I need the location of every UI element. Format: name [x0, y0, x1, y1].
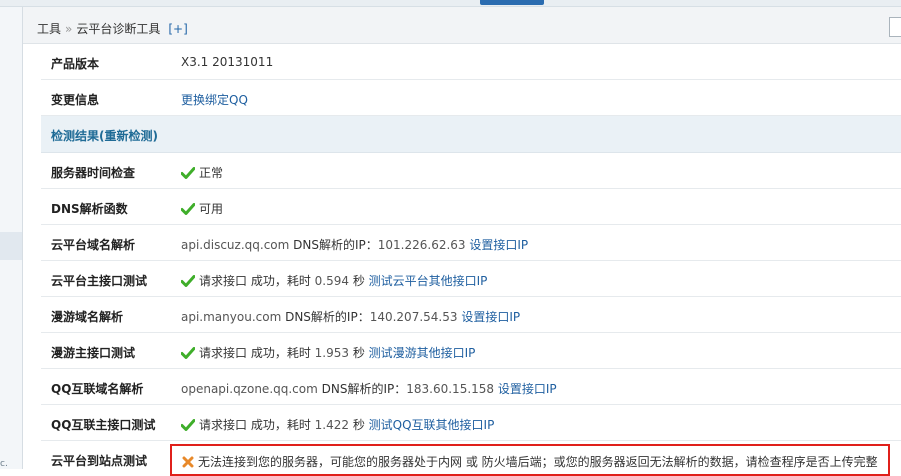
row-manyou-api: 漫游主接口测试 请求接口 成功，耗时 1.953 秒 测试漫游其他接口IP — [41, 333, 901, 369]
breadcrumb: 工具 » 云平台诊断工具 [+] — [37, 20, 188, 37]
breadcrumb-bar: 工具 » 云平台诊断工具 [+] — [23, 7, 901, 44]
error-highlight-box: 无法连接到您的服务器，可能您的服务器处于内网 或 防火墙后端；或您的服务器返回无… — [170, 444, 890, 476]
error-message: 无法连接到您的服务器，可能您的服务器处于内网 或 防火墙后端；或您的服务器返回无… — [198, 455, 878, 469]
row-value: 无法连接到您的服务器，可能您的服务器处于内网 或 防火墙后端；或您的服务器返回无… — [182, 453, 878, 470]
row-dns-function: DNS解析函数 可用 — [41, 189, 901, 225]
top-strip — [0, 0, 901, 7]
row-cloud-api: 云平台主接口测试 请求接口 成功，耗时 0.594 秒 测试云平台其他接口IP — [41, 261, 901, 297]
row-value: openapi.qzone.qq.com DNS解析的IP：183.60.15.… — [181, 380, 557, 397]
elapsed-time: 1.953 — [314, 346, 349, 360]
row-qq-api: QQ互联主接口测试 请求接口 成功，耗时 1.422 秒 测试QQ互联其他接口I… — [41, 405, 901, 441]
row-label: QQ互联主接口测试 — [51, 418, 156, 432]
ip-address: 183.60.15.158 — [406, 382, 495, 396]
row-label: 变更信息 — [51, 93, 100, 107]
row-value: api.manyou.com DNS解析的IP：140.207.54.53 设置… — [181, 308, 520, 325]
breadcrumb-root[interactable]: 工具 — [37, 22, 61, 36]
recheck-link[interactable]: 检测结果(重新检测) — [51, 127, 158, 144]
host-name: api.discuz.qq.com — [181, 238, 290, 252]
row-version: 产品版本 X3.1 20131011 — [41, 44, 901, 80]
row-qq-domain: QQ互联域名解析 openapi.qzone.qq.com DNS解析的IP：1… — [41, 369, 901, 405]
row-value: api.discuz.qq.com DNS解析的IP：101.226.62.63… — [181, 236, 528, 253]
search-box-edge[interactable] — [889, 17, 901, 37]
sidebar-selected-item[interactable] — [0, 232, 22, 260]
time-unit: 秒 — [349, 346, 369, 360]
check-icon — [181, 275, 195, 287]
test-other-ip-link[interactable]: 测试QQ互联其他接口IP — [369, 418, 495, 432]
row-value: 可用 — [181, 200, 223, 217]
row-server-time: 服务器时间检查 正常 — [41, 153, 901, 189]
elapsed-time: 0.594 — [314, 274, 349, 288]
row-value: 请求接口 成功，耗时 0.594 秒 测试云平台其他接口IP — [181, 272, 487, 289]
request-text: 请求接口 成功，耗时 — [199, 418, 315, 432]
check-icon — [181, 203, 195, 215]
cross-icon — [182, 456, 194, 468]
row-label: 云平台域名解析 — [51, 238, 136, 252]
status-text: 可用 — [199, 202, 224, 216]
ip-address: 140.207.54.53 — [369, 310, 458, 324]
left-sidebar: c. — [0, 7, 23, 469]
status-text: 正常 — [199, 166, 224, 180]
row-site-test: 云平台到站点测试 无法连接到您的服务器，可能您的服务器处于内网 或 防火墙后端；… — [41, 441, 901, 476]
active-tab-indicator — [480, 0, 544, 5]
breadcrumb-current: 云平台诊断工具 — [76, 22, 161, 36]
row-label: 服务器时间检查 — [51, 166, 136, 180]
dns-ip-label: DNS解析的IP： — [317, 382, 407, 396]
row-label: QQ互联域名解析 — [51, 382, 144, 396]
row-value: 正常 — [181, 164, 223, 181]
request-text: 请求接口 成功，耗时 — [199, 346, 315, 360]
row-manyou-domain: 漫游域名解析 api.manyou.com DNS解析的IP：140.207.5… — [41, 297, 901, 333]
breadcrumb-separator: » — [65, 22, 73, 36]
check-icon — [181, 347, 195, 359]
time-unit: 秒 — [349, 418, 369, 432]
set-api-ip-link[interactable]: 设置接口IP — [498, 382, 557, 396]
add-shortcut-link[interactable]: [+] — [168, 22, 187, 36]
host-name: api.manyou.com — [181, 310, 282, 324]
dns-ip-label: DNS解析的IP： — [289, 238, 378, 252]
rebind-qq-link[interactable]: 更换绑定QQ — [181, 91, 248, 108]
row-label: 云平台到站点测试 — [51, 454, 148, 468]
row-label: DNS解析函数 — [51, 202, 128, 216]
row-cloud-domain: 云平台域名解析 api.discuz.qq.com DNS解析的IP：101.2… — [41, 225, 901, 261]
row-value: 请求接口 成功，耗时 1.953 秒 测试漫游其他接口IP — [181, 344, 475, 361]
results-section-header: 检测结果(重新检测) — [41, 116, 901, 153]
time-unit: 秒 — [349, 274, 369, 288]
ip-address: 101.226.62.63 — [377, 238, 466, 252]
check-icon — [181, 167, 195, 179]
sidebar-text-fragment: c. — [0, 459, 8, 469]
row-label: 漫游主接口测试 — [51, 346, 136, 360]
row-label: 产品版本 — [51, 57, 100, 71]
test-other-ip-link[interactable]: 测试云平台其他接口IP — [369, 274, 488, 288]
diagnostic-table: 产品版本 X3.1 20131011 变更信息 更换绑定QQ 检测结果(重新检测… — [41, 44, 901, 476]
row-label: 漫游域名解析 — [51, 310, 124, 324]
set-api-ip-link[interactable]: 设置接口IP — [461, 310, 520, 324]
row-change-info: 变更信息 更换绑定QQ — [41, 80, 901, 116]
test-other-ip-link[interactable]: 测试漫游其他接口IP — [369, 346, 476, 360]
elapsed-time: 1.422 — [314, 418, 349, 432]
host-name: openapi.qzone.qq.com — [181, 382, 318, 396]
check-icon — [181, 419, 195, 431]
version-value: X3.1 20131011 — [181, 55, 274, 69]
set-api-ip-link[interactable]: 设置接口IP — [469, 238, 528, 252]
row-label: 云平台主接口测试 — [51, 274, 148, 288]
request-text: 请求接口 成功，耗时 — [199, 274, 315, 288]
dns-ip-label: DNS解析的IP： — [281, 310, 370, 324]
row-value: 请求接口 成功，耗时 1.422 秒 测试QQ互联其他接口IP — [181, 416, 494, 433]
